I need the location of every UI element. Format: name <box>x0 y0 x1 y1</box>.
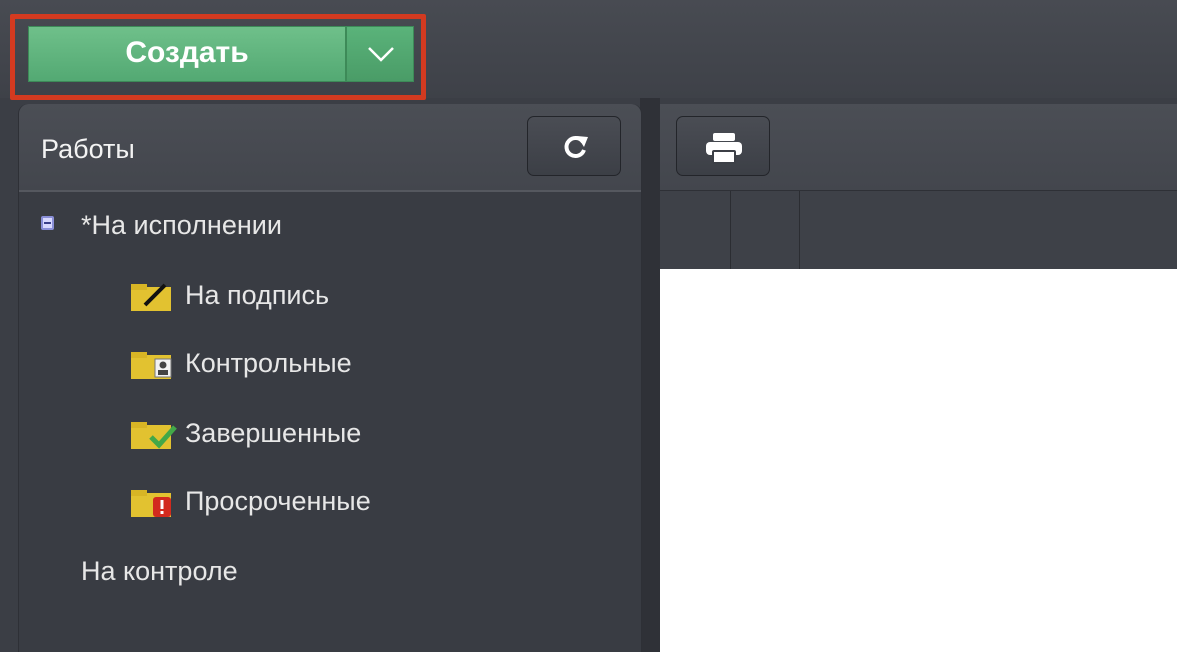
panel-splitter[interactable] <box>640 98 660 652</box>
panel-title: Работы <box>41 134 135 164</box>
table-header <box>660 191 1177 269</box>
tree-item-label: Завершенные <box>185 418 362 448</box>
tree-item-overdue[interactable]: Просроченные <box>131 486 371 517</box>
tree-item-completed[interactable]: Завершенные <box>131 418 361 449</box>
tree-item-label: Контрольные <box>185 348 352 378</box>
table-column-header[interactable] <box>660 191 731 269</box>
tree-item-in-progress[interactable]: *На исполнении <box>81 210 282 241</box>
folder-sign-icon <box>131 283 171 311</box>
document-list-area <box>660 104 1177 652</box>
table-column-header[interactable] <box>731 191 800 269</box>
tree-item-label: На контроле <box>81 556 238 586</box>
folder-alert-icon <box>131 489 171 517</box>
tree-item-on-control[interactable]: На контроле <box>81 556 238 587</box>
create-button[interactable]: Создать <box>28 26 346 82</box>
collapse-icon[interactable] <box>41 216 54 230</box>
refresh-button[interactable] <box>527 116 621 176</box>
print-button[interactable] <box>676 116 770 176</box>
chevron-down-icon <box>368 47 394 62</box>
tree-item-for-signature[interactable]: На подпись <box>131 280 329 311</box>
tree-item-label: Просроченные <box>185 486 371 516</box>
refresh-icon <box>564 136 588 158</box>
content-toolbar <box>660 104 1177 191</box>
tree-item-label: *На исполнении <box>81 210 282 240</box>
folder-check-icon <box>131 421 177 449</box>
tree-item-control[interactable]: Контрольные <box>131 348 352 379</box>
works-panel-header: Работы <box>19 104 641 192</box>
folder-user-icon <box>131 351 172 379</box>
works-panel: Работы *На исполнении На подпись Контрол… <box>18 104 642 652</box>
tree-item-label: На подпись <box>185 280 330 310</box>
create-dropdown-button[interactable] <box>346 26 414 82</box>
printer-icon <box>706 133 742 164</box>
